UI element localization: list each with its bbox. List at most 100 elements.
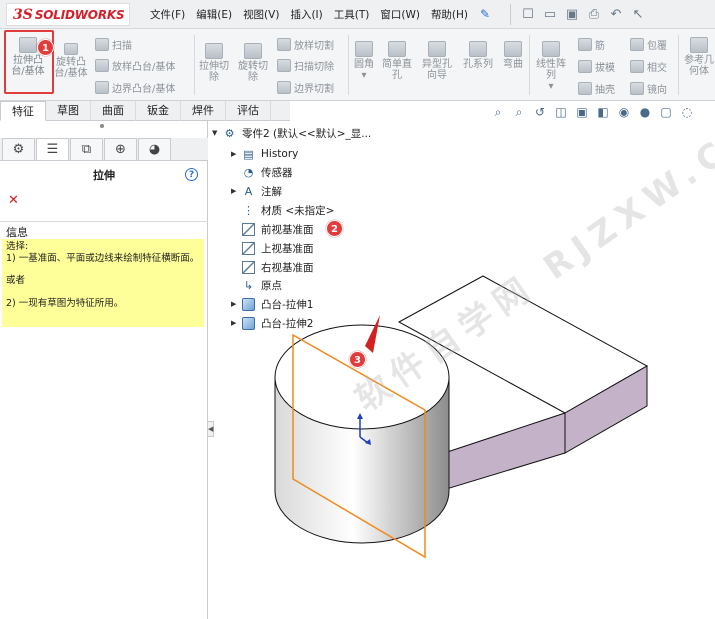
open-file-icon[interactable]: ▭: [539, 5, 561, 25]
info-section-header[interactable]: 信息 ︿: [0, 221, 208, 239]
menu-insert[interactable]: 插入(I): [290, 7, 322, 22]
graphics-area[interactable]: [215, 121, 715, 619]
sweep-cut-icon: [277, 59, 291, 72]
display-manager-icon[interactable]: ◕: [138, 138, 171, 160]
sweep-button[interactable]: 扫描: [95, 37, 132, 52]
solidworks-logo[interactable]: 3S SOLIDWORKS: [6, 3, 130, 26]
revolve-cut-button[interactable]: 旋转切 除: [236, 43, 270, 83]
tree-item-label: 右视基准面: [261, 261, 314, 274]
linear-pattern-button[interactable]: 线性阵 列 ▾: [533, 41, 569, 92]
loft-boss-button[interactable]: 放样凸台/基体: [95, 58, 175, 73]
tree-item-right-plane[interactable]: 右视基准面: [231, 258, 314, 276]
chevron-right-icon[interactable]: ▶: [231, 300, 241, 308]
tree-item-material[interactable]: ⋮ 材质 <未指定>: [231, 201, 334, 219]
step-marker-2: 2: [326, 220, 343, 237]
menu-help[interactable]: 帮助(H): [431, 7, 468, 22]
menu-edit[interactable]: 编辑(E): [196, 7, 232, 22]
tab-features[interactable]: 特征: [0, 101, 46, 121]
tree-item-boss-extrude2[interactable]: ▶ 凸台-拉伸2: [231, 314, 313, 332]
boundary-boss-label: 边界凸台/基体: [112, 84, 176, 95]
tab-sheet-metal[interactable]: 钣金: [136, 101, 181, 121]
logo-text: SOLIDWORKS: [34, 7, 125, 22]
shell-button[interactable]: 抽壳: [578, 81, 615, 96]
menu-tools[interactable]: 工具(T): [334, 7, 370, 22]
tab-sketch[interactable]: 草图: [46, 101, 91, 121]
intersect-button[interactable]: 相交: [630, 59, 667, 74]
hole-series-button[interactable]: 孔系列: [460, 41, 496, 70]
info-message-box: 选择: 1) 一基准面、平面或边线来绘制特征横断面。 或者 2) 一现有草图为特…: [2, 239, 204, 327]
boundary-cut-button[interactable]: 边界切割: [277, 80, 334, 95]
undo-icon[interactable]: ↶: [605, 5, 627, 25]
chevron-down-icon[interactable]: ▼: [212, 129, 222, 137]
tab-evaluate[interactable]: 评估: [226, 101, 271, 121]
hole-wizard-button[interactable]: 异型孔 向导: [420, 41, 454, 81]
collapse-panel-arrow[interactable]: ◀: [207, 421, 214, 437]
close-icon[interactable]: ✕: [8, 193, 19, 208]
property-manager-icon[interactable]: ☰: [36, 138, 69, 160]
chevron-right-icon[interactable]: ▶: [231, 150, 241, 158]
tree-item-label: 传感器: [261, 166, 293, 179]
display-style-icon[interactable]: ◧: [595, 104, 611, 120]
new-file-icon[interactable]: ☐: [517, 5, 539, 25]
model-viewport[interactable]: [215, 121, 715, 619]
revolve-boss-button[interactable]: 旋转凸 台/基体: [52, 43, 90, 79]
menu-window[interactable]: 窗口(W): [380, 7, 420, 22]
feature-manager-icon[interactable]: ⚙: [2, 138, 35, 160]
tree-item-front-plane[interactable]: 前视基准面: [231, 220, 314, 238]
tree-item-top-plane[interactable]: 上视基准面: [231, 239, 314, 257]
revolve-boss-label-2: 台/基体: [54, 68, 88, 79]
hole-wizard-label-2: 向导: [427, 70, 447, 81]
boundary-boss-button[interactable]: 边界凸台/基体: [95, 80, 175, 95]
hide-show-icon[interactable]: ◉: [616, 104, 632, 120]
tree-item-annotations[interactable]: ▶ A 注解: [231, 182, 282, 200]
save-icon[interactable]: ▣: [561, 5, 583, 25]
chevron-up-icon[interactable]: ︿: [6, 224, 17, 240]
tab-surfaces[interactable]: 曲面: [91, 101, 136, 121]
zoom-area-icon[interactable]: ⌕: [511, 104, 527, 120]
reference-geometry-button[interactable]: 参考几 何体: [683, 37, 715, 77]
panel-drag-handle[interactable]: [100, 124, 104, 128]
tree-item-sensors[interactable]: ◔ 传感器: [231, 163, 293, 181]
hole-series-label: 孔系列: [463, 59, 493, 70]
previous-view-icon[interactable]: ↺: [532, 104, 548, 120]
pin-icon[interactable]: ✎: [480, 7, 494, 21]
print-icon[interactable]: ⎙: [583, 5, 605, 25]
sweep-cut-button[interactable]: 扫描切除: [277, 58, 334, 73]
chevron-right-icon[interactable]: ▶: [231, 319, 241, 327]
tree-root-part[interactable]: ▼ ⚙ 零件2 (默认<<默认>_显...: [212, 124, 371, 142]
tree-item-origin[interactable]: ↳ 原点: [231, 276, 282, 294]
feature-tabs: 特征 草图 曲面 钣金 焊件 评估: [0, 101, 290, 121]
section-view-icon[interactable]: ◫: [553, 104, 569, 120]
view-settings-icon[interactable]: ◌: [679, 104, 695, 120]
tree-item-boss-extrude1[interactable]: ▶ 凸台-拉伸1: [231, 295, 313, 313]
mirror-button[interactable]: 镜向: [630, 81, 667, 96]
loft-cut-button[interactable]: 放样切割: [277, 37, 334, 52]
tree-item-label: 上视基准面: [261, 242, 314, 255]
dimxpert-manager-icon[interactable]: ⊕: [104, 138, 137, 160]
menu-view[interactable]: 视图(V): [243, 7, 279, 22]
fillet-dropdown-icon[interactable]: ▾: [361, 70, 366, 81]
wrap-button[interactable]: 包覆: [630, 37, 667, 52]
view-orientation-icon[interactable]: ▣: [574, 104, 590, 120]
zoom-to-fit-icon[interactable]: ⌕: [490, 104, 506, 120]
sweep-icon: [95, 38, 109, 51]
appearance-icon[interactable]: ●: [637, 104, 653, 120]
tab-weldments[interactable]: 焊件: [181, 101, 226, 121]
chevron-right-icon[interactable]: ▶: [231, 187, 241, 195]
tree-item-history[interactable]: ▶ ▤ History: [231, 145, 298, 163]
menu-file[interactable]: 文件(F): [150, 7, 185, 22]
linear-pattern-dropdown-icon[interactable]: ▾: [548, 81, 553, 92]
bend-button[interactable]: 弯曲: [500, 41, 526, 70]
configuration-manager-icon[interactable]: ⧉: [70, 138, 103, 160]
help-icon[interactable]: ?: [185, 168, 198, 181]
history-icon: ▤: [243, 147, 254, 161]
select-cursor-icon[interactable]: ↖: [627, 5, 649, 25]
ref-geometry-label-2: 何体: [689, 66, 709, 77]
extrude-cut-button[interactable]: 拉伸切 除: [199, 43, 229, 83]
simple-hole-button[interactable]: 简单直 孔: [380, 41, 414, 81]
rib-button[interactable]: 筋: [578, 37, 605, 52]
fillet-button[interactable]: 圆角 ▾: [352, 41, 376, 81]
scene-icon[interactable]: ▢: [658, 104, 674, 120]
ribbon-separator: [348, 35, 349, 95]
draft-button[interactable]: 拔模: [578, 59, 615, 74]
